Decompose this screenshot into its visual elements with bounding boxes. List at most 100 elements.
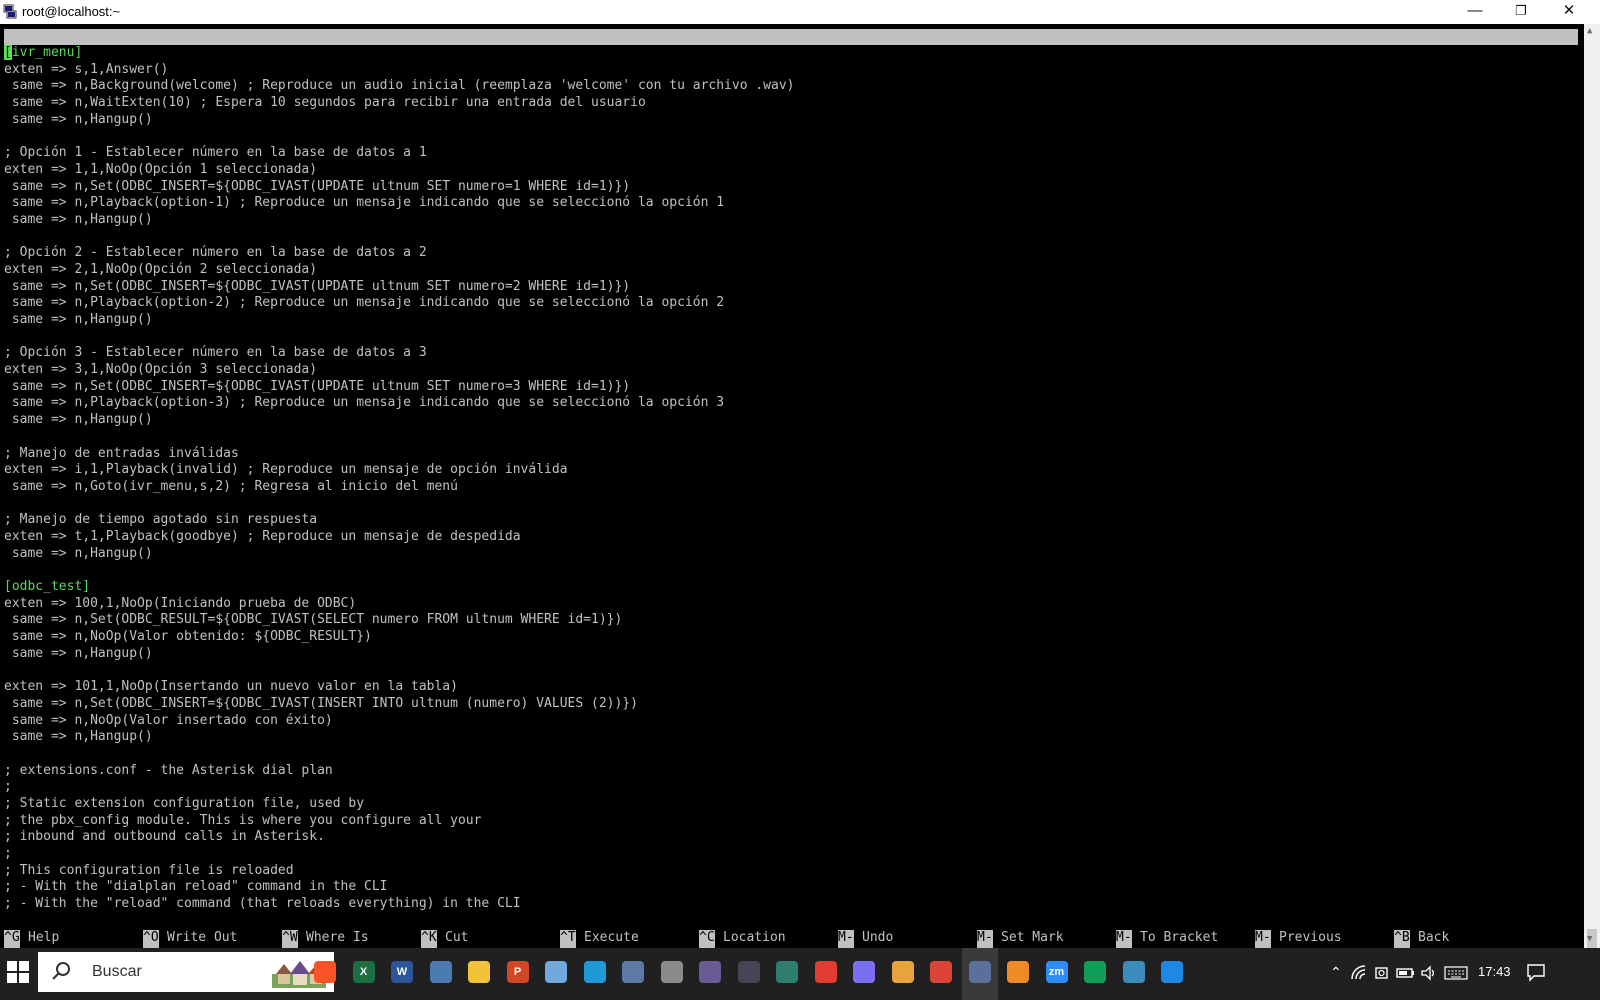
editor-line[interactable]: ; Opción 1 - Establecer número en la bas… — [4, 145, 1578, 162]
editor-line[interactable]: same => n,NoOp(Valor obtenido: ${ODBC_RE… — [4, 629, 1578, 646]
file-explorer-icon[interactable] — [468, 961, 490, 983]
editor-line[interactable]: same => n,Set(ODBC_RESULT=${ODBC_IVAST(S… — [4, 612, 1578, 629]
speaker-icon[interactable] — [1420, 964, 1438, 982]
shortcut-undo[interactable]: M-UUndo — [838, 930, 893, 947]
editor-line[interactable]: same => n,Hangup() — [4, 112, 1578, 129]
editor-line[interactable]: same => n,Hangup() — [4, 412, 1578, 429]
chrome-icon-2[interactable] — [1084, 961, 1106, 983]
editor-line[interactable]: same => n,WaitExten(10) ; Espera 10 segu… — [4, 95, 1578, 112]
zoom-icon[interactable]: zm — [1045, 961, 1068, 983]
editor-line[interactable]: same => n,Playback(option-1) ; Reproduce… — [4, 195, 1578, 212]
editor-line[interactable]: ; Manejo de entradas inválidas — [4, 446, 1578, 463]
editor-line[interactable]: ; extensions.conf - the Asterisk dial pl… — [4, 763, 1578, 780]
shortcut-where-is[interactable]: ^W Where Is — [282, 930, 369, 947]
editor-line[interactable]: same => n,Hangup() — [4, 546, 1578, 563]
app-icon-8[interactable] — [776, 961, 798, 983]
editor-line[interactable]: exten => i,1,Playback(invalid) ; Reprodu… — [4, 462, 1578, 479]
editor-line[interactable]: same => n,Hangup() — [4, 646, 1578, 663]
nano-editor-buffer[interactable]: [ivr_menu] exten => s,1,Answer() same => … — [4, 45, 1578, 937]
app-icon-5[interactable] — [660, 961, 683, 983]
editor-line[interactable]: ; Opción 3 - Establecer número en la bas… — [4, 345, 1578, 362]
app-icon-12[interactable] — [1122, 961, 1145, 983]
editor-line[interactable]: ; inbound and outbound calls in Asterisk… — [4, 829, 1578, 846]
app-icon-10[interactable] — [891, 961, 914, 983]
camera-icon[interactable] — [1374, 964, 1392, 982]
editor-line[interactable]: same => n,Set(ODBC_INSERT=${ODBC_IVAST(I… — [4, 696, 1578, 713]
editor-line[interactable]: same => n,Hangup() — [4, 312, 1578, 329]
editor-line[interactable]: exten => 101,1,NoOp(Insertando un nuevo … — [4, 679, 1578, 696]
shortcut-cut[interactable]: ^K Cut — [421, 930, 468, 947]
chevron-up-icon[interactable]: ⌃ — [1330, 964, 1342, 981]
shortcut-to-bracket[interactable]: M-]To Bracket — [1116, 930, 1218, 947]
word-icon[interactable]: W — [391, 961, 413, 983]
editor-line[interactable]: same => n,Hangup() — [4, 729, 1578, 746]
editor-line[interactable]: same => n,Set(ODBC_INSERT=${ODBC_IVAST(U… — [4, 279, 1578, 296]
minimize-button[interactable]: — — [1452, 0, 1498, 24]
editor-line[interactable]: same => n,Set(ODBC_INSERT=${ODBC_IVAST(U… — [4, 179, 1578, 196]
scroll-down-arrow-icon[interactable]: ▼ — [1587, 934, 1592, 944]
chrome-icon[interactable] — [930, 961, 952, 983]
scroll-up-arrow-icon[interactable]: ▲ — [1587, 26, 1592, 36]
editor-line[interactable]: same => n,Goto(ivr_menu,s,2) ; Regresa a… — [4, 479, 1578, 496]
editor-line[interactable] — [4, 229, 1578, 246]
shortcut-previous[interactable]: M-QPrevious — [1255, 930, 1342, 947]
editor-line[interactable] — [4, 662, 1578, 679]
editor-line[interactable]: [ivr_menu] — [4, 45, 1578, 62]
app-icon-11[interactable] — [1007, 961, 1029, 983]
editor-line[interactable]: same => n,Hangup() — [4, 212, 1578, 229]
app-icon-7[interactable] — [737, 961, 760, 983]
terminal-window[interactable]: /etc/asterisk/extensions.conf GNU nano 5… — [0, 24, 1584, 964]
app-icon-9[interactable] — [814, 961, 837, 983]
editor-line[interactable] — [4, 429, 1578, 446]
taskbar-clock[interactable]: 17:43 — [1478, 964, 1511, 979]
network-icon[interactable] — [1350, 964, 1368, 982]
editor-line[interactable]: ; Manejo de tiempo agotado sin respuesta — [4, 512, 1578, 529]
editor-line[interactable]: exten => 100,1,NoOp(Iniciando prueba de … — [4, 596, 1578, 613]
editor-line[interactable]: same => n,Set(ODBC_INSERT=${ODBC_IVAST(U… — [4, 379, 1578, 396]
editor-line[interactable]: exten => t,1,Playback(goodbye) ; Reprodu… — [4, 529, 1578, 546]
maximize-button[interactable]: ❐ — [1498, 0, 1544, 24]
shortcut-set-mark[interactable]: M-ASet Mark — [977, 930, 1064, 947]
brave-browser-icon[interactable] — [314, 961, 336, 983]
editor-line[interactable]: ; the pbx_config module. This is where y… — [4, 813, 1578, 830]
editor-line[interactable]: same => n,Background(welcome) ; Reproduc… — [4, 78, 1578, 95]
terminal-scrollbar[interactable]: ▲ ▼ — [1584, 24, 1600, 955]
app-icon-6[interactable] — [699, 961, 721, 983]
editor-line[interactable]: same => n,Playback(option-3) ; Reproduce… — [4, 395, 1578, 412]
editor-line[interactable]: exten => 2,1,NoOp(Opción 2 seleccionada) — [4, 262, 1578, 279]
excel-icon[interactable]: X — [352, 961, 375, 983]
editor-line[interactable] — [4, 329, 1578, 346]
app-icon-1[interactable] — [429, 961, 452, 983]
app-icon-13[interactable] — [1161, 961, 1183, 983]
editor-line[interactable]: ; This configuration file is reloaded — [4, 863, 1578, 880]
powerpoint-icon[interactable]: P — [506, 961, 529, 983]
battery-icon[interactable] — [1396, 965, 1416, 981]
editor-line[interactable]: ; Opción 2 - Establecer número en la bas… — [4, 245, 1578, 262]
editor-line[interactable]: [odbc_test] — [4, 579, 1578, 596]
editor-line[interactable]: ; - With the "dialplan reload" command i… — [4, 879, 1578, 896]
copilot-icon[interactable] — [853, 961, 875, 983]
editor-line[interactable]: same => n,Playback(option-2) ; Reproduce… — [4, 295, 1578, 312]
editor-line[interactable]: ; - With the "reload" command (that relo… — [4, 896, 1578, 913]
windows-start-icon[interactable] — [6, 960, 30, 984]
shortcut-help[interactable]: ^G Help — [4, 930, 59, 947]
putty-icon[interactable] — [968, 961, 991, 983]
editor-line[interactable] — [4, 496, 1578, 513]
editor-line[interactable] — [4, 562, 1578, 579]
editor-line[interactable] — [4, 128, 1578, 145]
taskbar-search-box[interactable]: Buscar — [38, 952, 334, 992]
app-icon-2[interactable] — [545, 961, 567, 983]
editor-line[interactable]: ; Static extension configuration file, u… — [4, 796, 1578, 813]
editor-line[interactable]: exten => 1,1,NoOp(Opción 1 seleccionada) — [4, 162, 1578, 179]
shortcut-execute[interactable]: ^T Execute — [560, 930, 639, 947]
close-button[interactable]: ✕ — [1546, 0, 1592, 24]
app-icon-3[interactable] — [583, 961, 606, 983]
shortcut-back[interactable]: ^B Back — [1394, 930, 1449, 947]
editor-line[interactable]: ; — [4, 846, 1578, 863]
editor-line[interactable]: ; — [4, 779, 1578, 796]
shortcut-write-out[interactable]: ^O Write Out — [143, 930, 237, 947]
shortcut-location[interactable]: ^C Location — [699, 930, 786, 947]
editor-line[interactable] — [4, 746, 1578, 763]
keyboard-icon[interactable] — [1444, 965, 1468, 981]
editor-line[interactable]: exten => s,1,Answer() — [4, 62, 1578, 79]
